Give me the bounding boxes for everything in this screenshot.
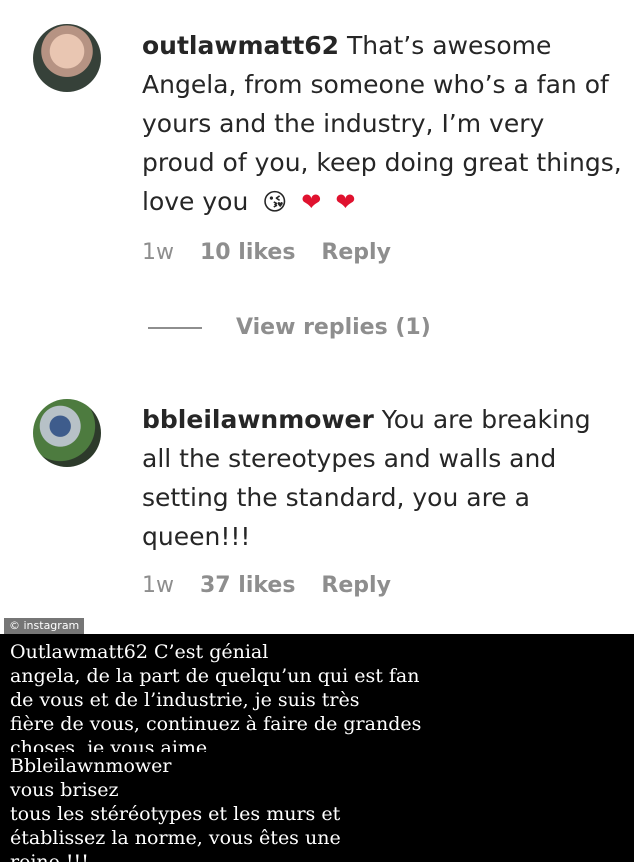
avatar[interactable]	[33, 24, 101, 92]
image-credit: © instagram	[4, 618, 85, 634]
translation-first: Outlawmatt62 C’est génial angela, de la …	[10, 640, 430, 752]
comment-outlawmatt62: outlawmatt62 That’s awesome Angela, from…	[0, 0, 634, 340]
view-replies-button[interactable]: View replies (1)	[148, 315, 431, 340]
kiss-emoji-icon: 😘	[262, 188, 288, 216]
comment-meta: 1w 10 likes Reply	[142, 240, 391, 265]
comment-meta: 1w 37 likes Reply	[142, 573, 391, 598]
translation-line: Bbleilawnmower	[10, 755, 172, 777]
translation-second: Bbleilawnmower vous brisez tous les stér…	[10, 754, 430, 862]
avatar[interactable]	[33, 399, 101, 467]
translation-line: reine !!!	[10, 851, 89, 862]
heart-emoji-icon: ❤	[335, 188, 356, 216]
likes-count[interactable]: 37 likes	[200, 573, 295, 598]
reply-button[interactable]: Reply	[321, 573, 391, 598]
translation-line: Outlawmatt62 C’est génial	[10, 641, 269, 663]
translation-caption: Outlawmatt62 C’est génial angela, de la …	[0, 634, 634, 862]
translation-line: choses, je vous aime	[10, 737, 208, 752]
likes-count[interactable]: 10 likes	[200, 240, 295, 265]
view-replies-label: View replies (1)	[236, 315, 431, 340]
translation-line: vous brisez	[10, 779, 119, 801]
username[interactable]: outlawmatt62	[142, 31, 339, 60]
translation-line: de vous et de l’industrie, je suis très	[10, 689, 360, 711]
translation-line: établissez la norme, vous êtes une	[10, 827, 341, 849]
timestamp: 1w	[142, 573, 174, 598]
view-replies-line	[148, 326, 202, 329]
translation-line: fière de vous, continuez à faire de gran…	[10, 713, 422, 735]
heart-emoji-icon: ❤	[301, 188, 322, 216]
timestamp: 1w	[142, 240, 174, 265]
comment-text: bbleilawnmower You are breaking all the …	[142, 400, 622, 556]
reply-button[interactable]: Reply	[321, 240, 391, 265]
comment-text: outlawmatt62 That’s awesome Angela, from…	[142, 26, 622, 222]
translation-line: angela, de la part de quelqu’un qui est …	[10, 665, 420, 687]
translation-line: tous les stéréotypes et les murs et	[10, 803, 341, 825]
username[interactable]: bbleilawnmower	[142, 405, 374, 434]
